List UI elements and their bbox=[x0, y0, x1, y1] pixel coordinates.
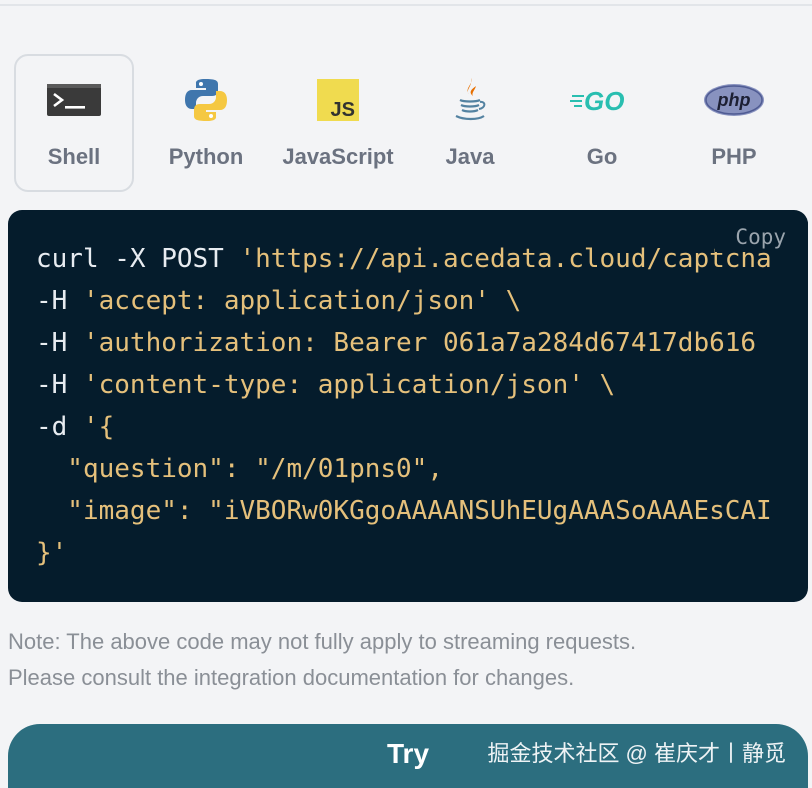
code-string: 'https://api.acedata.cloud/captcha bbox=[239, 244, 772, 274]
javascript-icon: JS bbox=[306, 76, 370, 124]
code-command: -H bbox=[36, 286, 83, 316]
terminal-icon bbox=[42, 76, 106, 124]
code-line: "image": "iVBORw0KGgoAAAANSUhEUgAAASoAAA… bbox=[36, 490, 772, 532]
code-command: -d bbox=[36, 412, 83, 442]
tab-java-label: Java bbox=[445, 144, 495, 169]
code-line: "question": "/m/01pns0", bbox=[36, 448, 772, 490]
code-string: "image": "iVBORw0KGgoAAAANSUhEUgAAASoAAA… bbox=[36, 496, 772, 526]
code-string: 'accept: application/json' \ bbox=[82, 286, 522, 316]
code-string: }' bbox=[36, 538, 68, 568]
javascript-icon-text: JS bbox=[331, 99, 355, 121]
go-icon: GO bbox=[570, 76, 634, 124]
code-block: curl -X POST 'https://api.acedata.cloud/… bbox=[36, 238, 772, 574]
code-line: -H 'accept: application/json' \ bbox=[36, 280, 772, 322]
code-line: -H 'content-type: application/json' \ bbox=[36, 364, 772, 406]
go-icon-text: GO bbox=[584, 86, 624, 115]
tab-php-label: PHP bbox=[711, 144, 757, 169]
code-command: -H bbox=[36, 328, 83, 358]
python-icon bbox=[174, 76, 238, 124]
code-line: -d '{ bbox=[36, 406, 772, 448]
php-icon-text: php bbox=[717, 90, 751, 110]
code-string: 'content-type: application/json' \ bbox=[82, 370, 616, 400]
tab-javascript-label: JavaScript bbox=[282, 144, 394, 169]
code-panel: curl -X POST 'https://api.acedata.cloud/… bbox=[8, 210, 808, 602]
code-line: -H 'authorization: Bearer 061a7a284d6741… bbox=[36, 322, 772, 364]
code-string: "question": "/m/01pns0", bbox=[36, 454, 443, 484]
code-command: -H bbox=[36, 370, 83, 400]
java-icon bbox=[438, 76, 502, 124]
code-line: }' bbox=[36, 532, 772, 574]
language-tab-bar: Shell Python JS JavaScript Java GO Go ph… bbox=[8, 54, 808, 194]
watermark: 掘金技术社区 @ 崔庆才丨静觅 bbox=[487, 741, 786, 766]
tab-php[interactable]: php PHP bbox=[674, 54, 794, 192]
php-icon: php bbox=[702, 76, 766, 124]
code-string: 'authorization: Bearer 061a7a284d67417db… bbox=[82, 328, 757, 358]
code-command: curl -X POST bbox=[36, 244, 240, 274]
tab-shell-label: Shell bbox=[47, 144, 101, 169]
top-divider bbox=[0, 4, 812, 6]
try-button[interactable]: Try 掘金技术社区 @ 崔庆才丨静觅 bbox=[8, 724, 808, 788]
tab-javascript[interactable]: JS JavaScript bbox=[278, 54, 398, 192]
code-line: curl -X POST 'https://api.acedata.cloud/… bbox=[36, 238, 772, 280]
tab-shell[interactable]: Shell bbox=[14, 54, 134, 192]
streaming-note: Note: The above code may not fully apply… bbox=[8, 624, 808, 696]
tab-go-label: Go bbox=[586, 144, 618, 169]
copy-button[interactable]: Copy bbox=[715, 222, 808, 252]
tab-python[interactable]: Python bbox=[146, 54, 266, 192]
streaming-note-line-1: Note: The above code may not fully apply… bbox=[8, 629, 637, 654]
tab-go[interactable]: GO Go bbox=[542, 54, 662, 192]
code-string: '{ bbox=[82, 412, 115, 442]
code-sample-page: Shell Python JS JavaScript Java GO Go ph… bbox=[0, 0, 812, 788]
tab-java[interactable]: Java bbox=[410, 54, 530, 192]
streaming-note-line-2: Please consult the integration documenta… bbox=[8, 665, 575, 690]
tab-python-label: Python bbox=[168, 144, 244, 169]
